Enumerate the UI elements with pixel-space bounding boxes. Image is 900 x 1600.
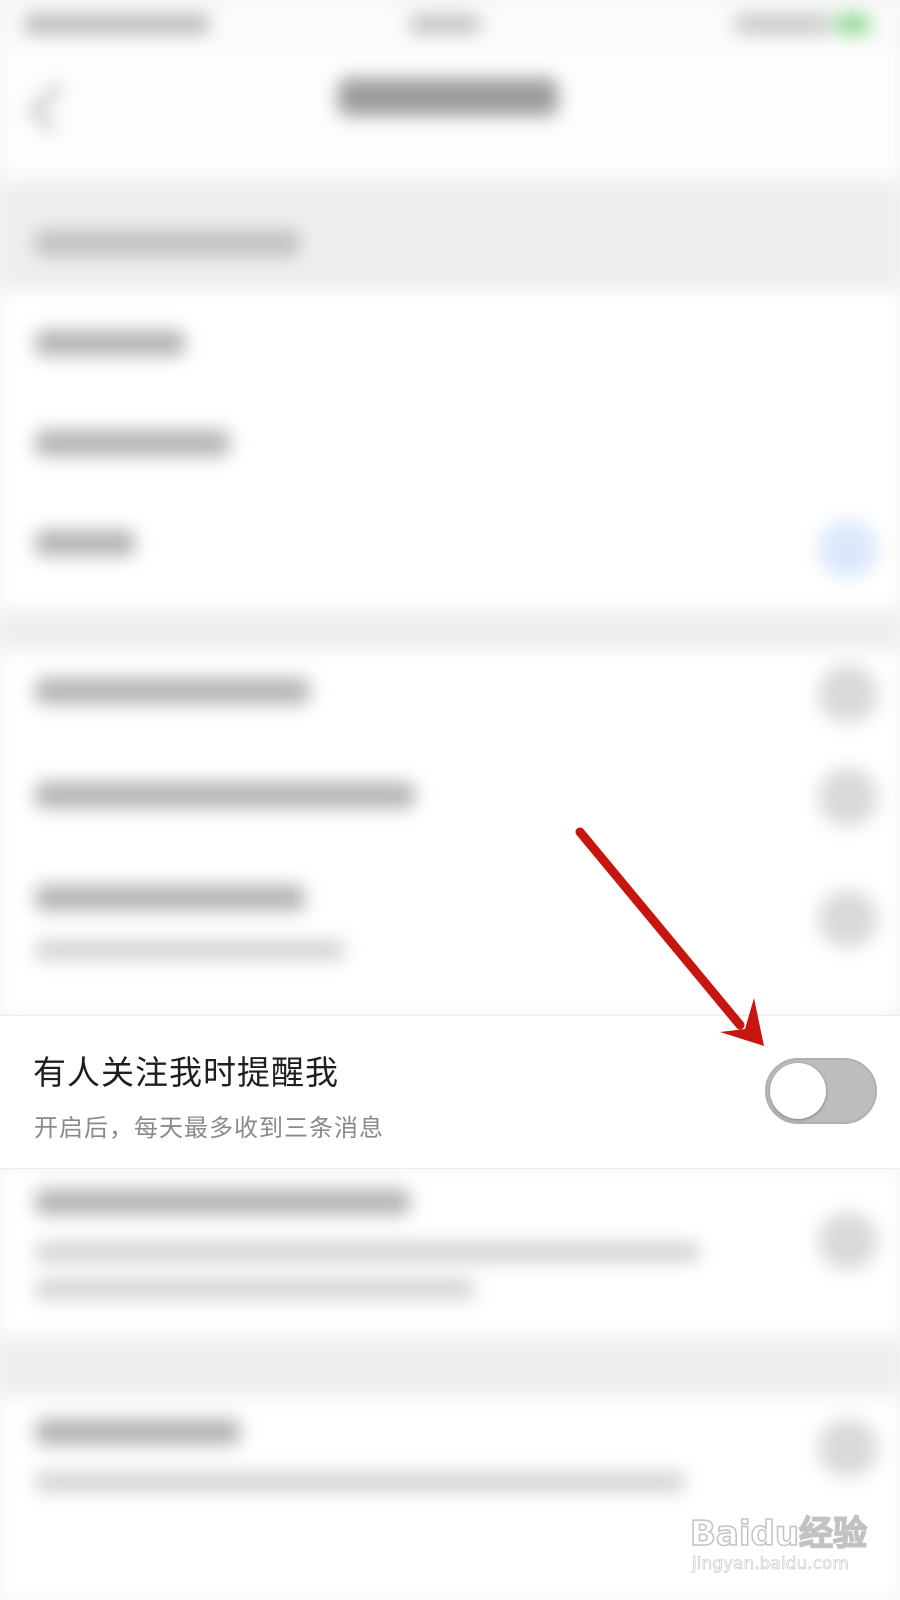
row-sublabel-blurred: [35, 1472, 685, 1492]
status-bar: [0, 0, 900, 50]
row-control-blurred[interactable]: [818, 520, 878, 578]
row-toggle-blurred[interactable]: [818, 768, 878, 826]
status-bar-time: [410, 14, 480, 34]
row-toggle-blurred[interactable]: [818, 665, 878, 723]
page-title-blurred: [338, 78, 558, 116]
row-toggle-blurred[interactable]: [818, 890, 878, 948]
row-toggle-blurred[interactable]: [818, 1419, 878, 1477]
watermark-url: jingyan.baidu.com: [692, 1554, 849, 1575]
settings-group-3: [0, 1167, 900, 1337]
row-sublabel-blurred: [35, 1242, 700, 1262]
row-sublabel-blurred: [35, 1279, 475, 1299]
follow-notification-toggle[interactable]: [765, 1058, 877, 1124]
row-label-blurred: [35, 1419, 240, 1445]
row-label-blurred: [35, 678, 310, 704]
row-label-blurred: [35, 782, 415, 808]
row-label-blurred: [35, 530, 135, 556]
row-label-blurred: [35, 330, 185, 356]
watermark-brand: Baidu经验: [689, 1513, 868, 1555]
section-header: [0, 180, 900, 290]
section-gap: [0, 1337, 900, 1397]
settings-group-1: [0, 290, 900, 610]
row-label-blurred: [35, 430, 230, 456]
section-header-label-blurred: [35, 230, 300, 256]
row-toggle-blurred[interactable]: [818, 1212, 878, 1270]
status-bar-left: [24, 14, 209, 34]
nav-bar: [0, 50, 900, 180]
status-bar-right: [735, 14, 830, 34]
settings-group-2: [0, 650, 900, 1015]
follow-notification-setting-row: 有人关注我时提醒我 开启后，每天最多收到三条消息: [0, 1015, 900, 1169]
battery-icon: [835, 14, 870, 34]
section-gap: [0, 610, 900, 650]
setting-subtitle: 开启后，每天最多收到三条消息: [34, 1114, 384, 1142]
row-label-blurred: [35, 1189, 410, 1215]
baidu-jingyan-watermark: Baidu经验 jingyan.baidu.com: [688, 1500, 868, 1580]
setting-title: 有人关注我时提醒我: [33, 1053, 339, 1092]
row-sublabel-blurred: [35, 940, 345, 960]
row-label-blurred: [35, 885, 305, 911]
blurred-background: [0, 0, 900, 1600]
back-chevron-icon[interactable]: [30, 83, 79, 132]
toggle-knob: [770, 1063, 826, 1119]
notification-settings-screen: 有人关注我时提醒我 开启后，每天最多收到三条消息 Baidu经验 jingyan…: [0, 0, 900, 1600]
